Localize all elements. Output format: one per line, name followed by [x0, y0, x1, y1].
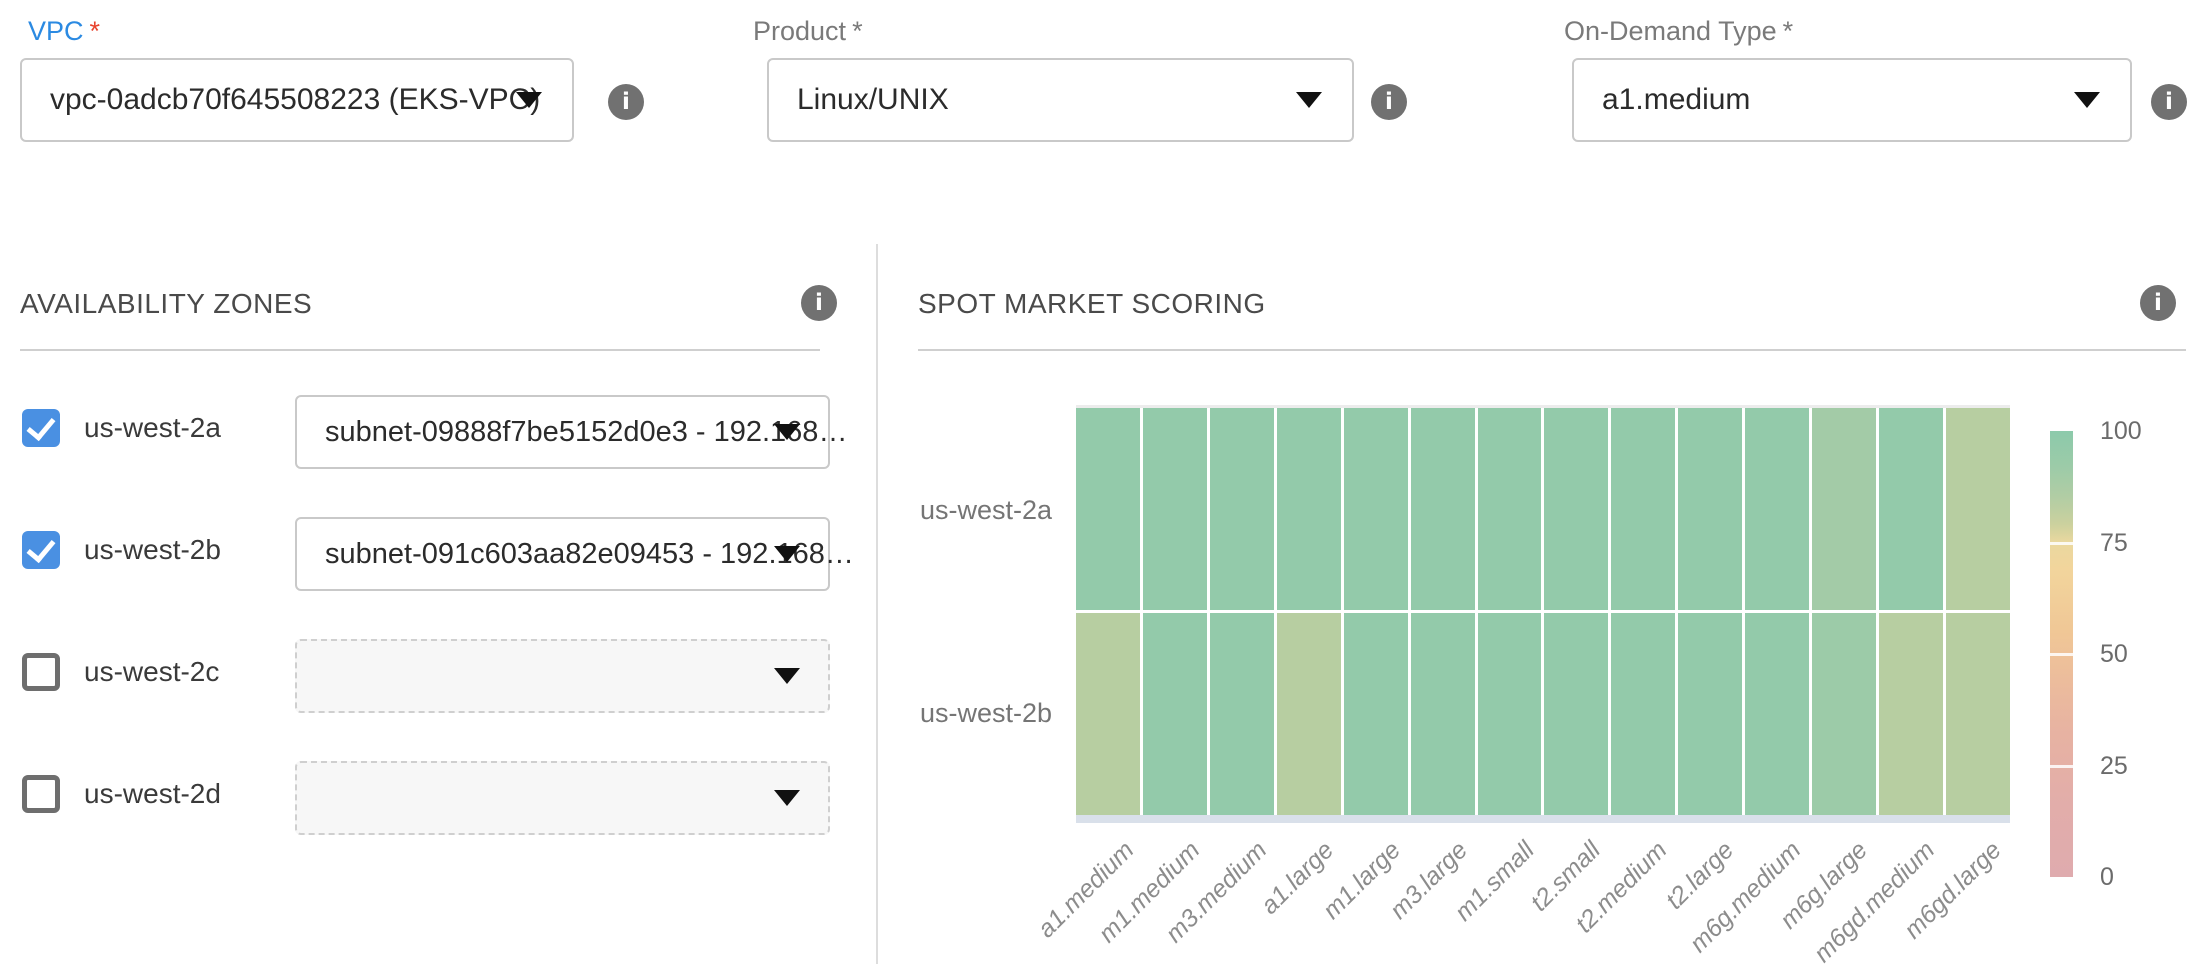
heatmap-cell-us-west-2a-t2.medium — [1611, 408, 1675, 610]
heatmap-cell-us-west-2a-m1.small — [1478, 408, 1542, 610]
heatmap-cell-us-west-2b-m1.medium — [1143, 613, 1207, 815]
on-demand-type-info-icon[interactable]: i — [2151, 84, 2187, 120]
heatmap-cell-us-west-2a-m6gd.large — [1946, 408, 2010, 610]
colorbar-label-50: 50 — [2100, 640, 2128, 668]
on-demand-type-select-value: a1.medium — [1602, 60, 1750, 140]
heatmap-cell-us-west-2a-m6g.medium — [1745, 408, 1809, 610]
heatmap-cell-us-west-2b-a1.medium — [1076, 613, 1140, 815]
heatmap-cell-us-west-2b-m6g.medium — [1745, 613, 1809, 815]
check-icon — [27, 411, 56, 441]
colorbar-label-25: 25 — [2100, 752, 2128, 780]
colorbar-tick-25 — [2050, 765, 2073, 768]
product-label-text: Product — [753, 16, 846, 46]
heatmap-cell-us-west-2b-m1.large — [1344, 613, 1408, 815]
check-icon — [27, 533, 56, 563]
heatmap-cell-us-west-2a-m6gd.medium — [1879, 408, 1943, 610]
checkbox-us-west-2c[interactable] — [22, 653, 60, 691]
zone-label-us-west-2a: us-west-2a — [84, 411, 221, 445]
panel-divider — [876, 244, 878, 964]
caret-down-icon — [774, 424, 800, 440]
heatmap-cell-us-west-2a-a1.medium — [1076, 408, 1140, 610]
zone-label-us-west-2d: us-west-2d — [84, 777, 221, 811]
heatmap-cell-us-west-2b-t2.small — [1544, 613, 1608, 815]
heatmap-cell-us-west-2a-m1.large — [1344, 408, 1408, 610]
heatmap-cell-us-west-2b-m6gd.medium — [1879, 613, 1943, 815]
heatmap-row-label-us-west-2b: us-west-2b — [880, 697, 1052, 729]
zone-label-us-west-2b: us-west-2b — [84, 533, 221, 567]
availability-zones-info-icon[interactable]: i — [801, 285, 837, 321]
subnet-select-us-west-2a[interactable]: subnet-09888f7be5152d0e3 - 192.168… — [295, 395, 830, 469]
caret-down-icon — [774, 668, 800, 684]
vpc-select-value: vpc-0adcb70f645508223 (EKS-VPC) — [50, 60, 540, 140]
page: VPC* vpc-0adcb70f645508223 (EKS-VPC) i P… — [0, 0, 2196, 964]
on-demand-type-label-text: On-Demand Type — [1564, 16, 1777, 46]
heatmap-colorbar — [2050, 431, 2073, 877]
heatmap-cell-us-west-2a-t2.small — [1544, 408, 1608, 610]
required-asterisk: * — [1783, 16, 1794, 46]
heatmap-cell-us-west-2b-m6gd.large — [1946, 613, 2010, 815]
checkbox-us-west-2a[interactable] — [22, 409, 60, 447]
heatmap-cell-us-west-2a-m1.medium — [1143, 408, 1207, 610]
heatmap-row-label-us-west-2a: us-west-2a — [880, 494, 1052, 526]
required-asterisk: * — [852, 16, 863, 46]
caret-down-icon — [1296, 92, 1322, 108]
colorbar-tick-50 — [2050, 653, 2073, 656]
colorbar-label-0: 0 — [2100, 863, 2114, 891]
heatmap-cell-us-west-2b-m1.small — [1478, 613, 1542, 815]
checkbox-us-west-2b[interactable] — [22, 531, 60, 569]
heatmap-cell-us-west-2b-m3.medium — [1210, 613, 1274, 815]
spot-market-scoring-title: SPOT MARKET SCORING — [918, 288, 1266, 320]
heatmap-cell-us-west-2a-m6g.large — [1812, 408, 1876, 610]
caret-down-icon — [774, 790, 800, 806]
heatmap-cell-us-west-2b-a1.large — [1277, 613, 1341, 815]
heatmap-cell-us-west-2b-m6g.large — [1812, 613, 1876, 815]
heatmap-bottom-axis — [1076, 815, 2010, 823]
zone-label-us-west-2c: us-west-2c — [84, 655, 219, 689]
vpc-info-icon[interactable]: i — [608, 84, 644, 120]
colorbar-label-100: 100 — [2100, 417, 2142, 445]
subnet-select-us-west-2d[interactable] — [295, 761, 830, 835]
on-demand-type-select[interactable]: a1.medium — [1572, 58, 2132, 142]
colorbar-label-75: 75 — [2100, 529, 2128, 557]
spot-market-scoring-info-icon[interactable]: i — [2140, 285, 2176, 321]
heatmap-cell-us-west-2b-t2.medium — [1611, 613, 1675, 815]
caret-down-icon — [516, 92, 542, 108]
spot-market-scoring-divider — [918, 349, 2186, 351]
heatmap-cell-us-west-2a-m3.medium — [1210, 408, 1274, 610]
product-label: Product* — [753, 16, 863, 47]
caret-down-icon — [774, 546, 800, 562]
heatmap-cell-us-west-2a-a1.large — [1277, 408, 1341, 610]
subnet-select-us-west-2c[interactable] — [295, 639, 830, 713]
availability-zones-divider — [20, 349, 820, 351]
subnet-select-us-west-2b[interactable]: subnet-091c603aa82e09453 - 192.168… — [295, 517, 830, 591]
checkbox-us-west-2d[interactable] — [22, 775, 60, 813]
product-select-value: Linux/UNIX — [797, 60, 949, 140]
required-asterisk: * — [90, 16, 101, 46]
availability-zones-title: AVAILABILITY ZONES — [20, 288, 312, 320]
subnet-select-value: subnet-09888f7be5152d0e3 - 192.168… — [325, 397, 847, 467]
heatmap — [1076, 408, 2010, 815]
product-info-icon[interactable]: i — [1371, 84, 1407, 120]
colorbar-tick-75 — [2050, 542, 2073, 545]
vpc-label: VPC* — [28, 16, 100, 47]
heatmap-cell-us-west-2b-m3.large — [1411, 613, 1475, 815]
product-select[interactable]: Linux/UNIX — [767, 58, 1354, 142]
vpc-select[interactable]: vpc-0adcb70f645508223 (EKS-VPC) — [20, 58, 574, 142]
vpc-label-text: VPC — [28, 16, 84, 46]
heatmap-cell-us-west-2a-t2.large — [1678, 408, 1742, 610]
on-demand-type-label: On-Demand Type* — [1564, 16, 1793, 47]
heatmap-cell-us-west-2b-t2.large — [1678, 613, 1742, 815]
caret-down-icon — [2074, 92, 2100, 108]
heatmap-cell-us-west-2a-m3.large — [1411, 408, 1475, 610]
